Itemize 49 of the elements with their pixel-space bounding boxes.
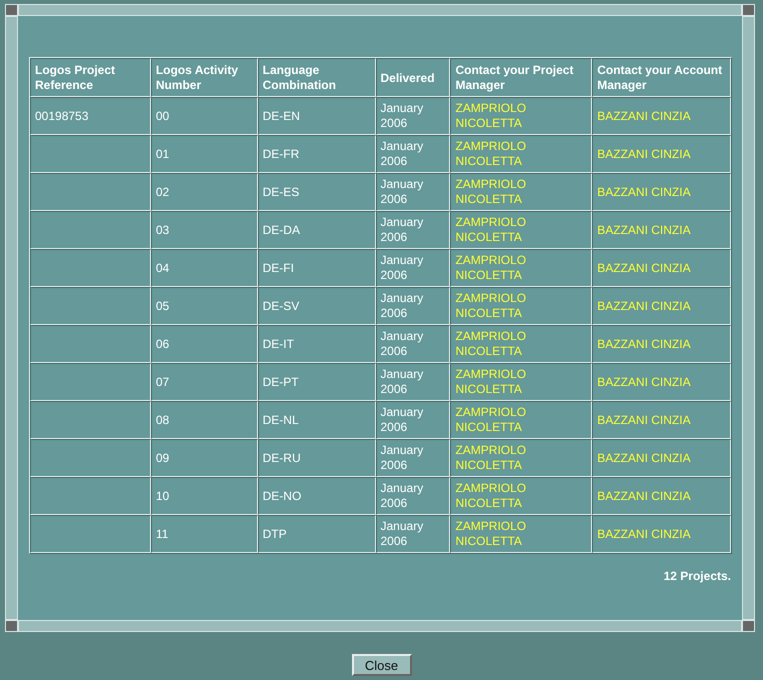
column-header: Logos Project Reference (30, 58, 151, 97)
table-cell: January 2006 (376, 97, 450, 135)
table-cell: DE-SV (258, 287, 376, 325)
table-cell: January 2006 (376, 439, 450, 477)
table-cell: 06 (150, 325, 258, 363)
table-cell: 00198753 (30, 97, 151, 135)
column-header: Language Combination (258, 58, 376, 97)
table-cell: DE-PT (258, 363, 376, 401)
project-count: 12 Projects. (664, 569, 731, 583)
table-cell: 04 (150, 249, 258, 287)
table-cell: January 2006 (376, 515, 450, 553)
table-cell: DE-IT (258, 325, 376, 363)
table-cell: 07 (150, 363, 258, 401)
table-cell: January 2006 (376, 173, 450, 211)
table-cell: January 2006 (376, 287, 450, 325)
table-cell: 05 (150, 287, 258, 325)
table-cell: DE-DA (258, 211, 376, 249)
column-header: Delivered (376, 58, 450, 97)
table-cell: January 2006 (376, 249, 450, 287)
table-cell: DE-NL (258, 401, 376, 439)
table-cell: DE-FI (258, 249, 376, 287)
close-button[interactable]: Close (352, 654, 412, 676)
table-cell: January 2006 (376, 135, 450, 173)
column-header: Contact your Project Manager (450, 58, 592, 97)
table-cell: 08 (150, 401, 258, 439)
table-cell: 03 (150, 211, 258, 249)
frame-corner (742, 4, 755, 16)
table-cell: 01 (150, 135, 258, 173)
table-cell: 00 (150, 97, 258, 135)
table-cell: January 2006 (376, 363, 450, 401)
table-cell: 10 (150, 477, 258, 515)
frame-corner (742, 620, 755, 632)
table-cell: January 2006 (376, 325, 450, 363)
table-cell: January 2006 (376, 477, 450, 515)
table-cell: DE-ES (258, 173, 376, 211)
column-header: Logos Activity Number (150, 58, 258, 97)
table-cell: DE-RU (258, 439, 376, 477)
table-cell: 11 (150, 515, 258, 553)
column-header: Contact your Account Manager (592, 58, 731, 97)
table-cell: 09 (150, 439, 258, 477)
table-cell: January 2006 (376, 401, 450, 439)
frame-corner (5, 4, 18, 16)
table-cell: January 2006 (376, 211, 450, 249)
table-cell: DE-EN (258, 97, 376, 135)
table-cell: 02 (150, 173, 258, 211)
table-cell: DE-NO (258, 477, 376, 515)
table-cell: DTP (258, 515, 376, 553)
table-cell: DE-FR (258, 135, 376, 173)
frame-corner (5, 620, 18, 632)
